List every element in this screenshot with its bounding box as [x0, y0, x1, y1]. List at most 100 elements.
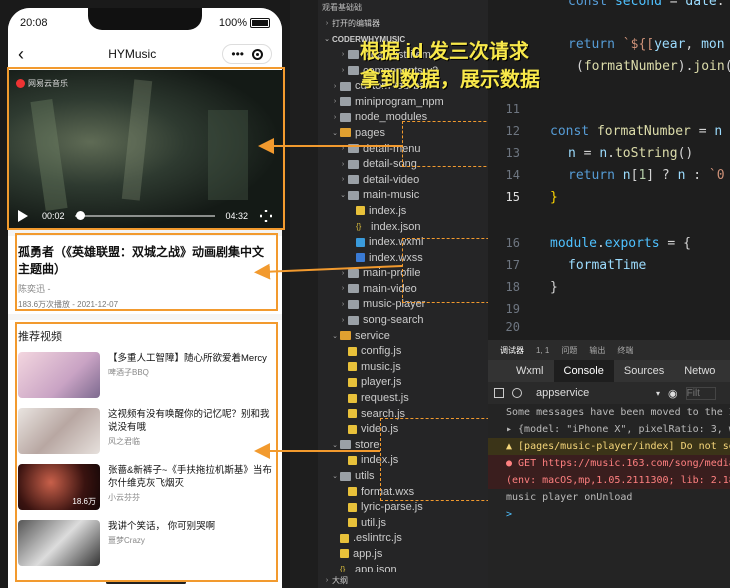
- menu-capsule[interactable]: •••: [222, 44, 272, 64]
- js-file-icon: [348, 393, 357, 403]
- folder-icon: [348, 159, 359, 169]
- tab-problems[interactable]: 问题: [561, 345, 577, 356]
- js-file-icon: [348, 377, 357, 387]
- tree-item-label: index.js: [369, 204, 407, 217]
- tree-item-label: util.js: [361, 516, 387, 529]
- highlight-video: [7, 67, 285, 230]
- line-number: 15: [505, 190, 520, 204]
- console-error[interactable]: ● GET https://music.163.com/song/media/o: [488, 455, 730, 472]
- folder-icon: [348, 284, 359, 294]
- tree-item-label: service: [355, 329, 390, 342]
- js-file-icon: [348, 409, 357, 419]
- folder-icon: [340, 128, 351, 138]
- chevron-right-icon: ›: [333, 82, 337, 90]
- tree-item-label: music.js: [361, 360, 401, 373]
- tree-item-label: detail-video: [363, 173, 420, 186]
- tab-position[interactable]: 1, 1: [536, 346, 549, 355]
- line-number: 11: [505, 102, 520, 116]
- tree-item[interactable]: ⌄ main-music: [318, 188, 488, 204]
- highlight-recommend: [15, 322, 278, 582]
- js-file-icon: [348, 487, 357, 497]
- battery-icon: [250, 18, 270, 29]
- tree-item-label: song-search: [363, 314, 424, 327]
- folder-icon: [340, 81, 351, 91]
- folder-icon: [348, 315, 359, 325]
- filter-input[interactable]: [685, 386, 716, 400]
- console-message: Some messages have been moved to the I: [506, 407, 730, 418]
- tab-output[interactable]: 输出: [589, 345, 605, 356]
- folder-icon: [348, 190, 359, 200]
- close-mini-program-icon[interactable]: [252, 48, 263, 60]
- debug-tabs: 调试器 1, 1 问题 输出 终端: [488, 340, 730, 360]
- more-dots-icon[interactable]: •••: [231, 47, 244, 61]
- chevron-right-icon: ›: [333, 113, 337, 121]
- annotation-text: 根据 id 发三次请求 拿到数据，展示数据: [360, 38, 540, 94]
- tree-item-label: player.js: [361, 376, 402, 389]
- debug-panel: 调试器 1, 1 问题 输出 终端 Wxml Console Sources N…: [488, 340, 730, 588]
- tree-item[interactable]: config.js: [318, 343, 488, 359]
- line-number: 12: [505, 124, 520, 138]
- tree-item-label: pages: [355, 126, 385, 139]
- explorer-header: 观看基础础: [322, 3, 362, 12]
- tree-item[interactable]: › miniprogram_npm: [318, 94, 488, 110]
- chevron-down-icon[interactable]: ▾: [656, 389, 660, 398]
- line-number: 17: [505, 258, 520, 272]
- context-selector[interactable]: appservice: [536, 387, 648, 399]
- annotation-line-2: 拿到数据，展示数据: [360, 69, 540, 91]
- tree-item[interactable]: player.js: [318, 375, 488, 391]
- tree-item-label: miniprogram_npm: [355, 95, 444, 108]
- devtools-tabs: Wxml Console Sources Netwo: [488, 360, 730, 382]
- js-file-icon: [348, 518, 357, 528]
- tree-item-label: request.js: [361, 392, 409, 405]
- folder-icon: [348, 175, 359, 185]
- devtab-wxml[interactable]: Wxml: [488, 360, 554, 382]
- tree-item[interactable]: app.js: [318, 546, 488, 562]
- js-file-icon: [348, 362, 357, 372]
- eye-icon[interactable]: ◉: [668, 387, 678, 400]
- line-number: 14: [505, 168, 520, 182]
- devtab-console[interactable]: Console: [553, 360, 614, 382]
- highlight-song-info: [15, 233, 278, 311]
- tree-item[interactable]: request.js: [318, 390, 488, 406]
- tab-debugger[interactable]: 调试器: [500, 345, 524, 356]
- tree-item[interactable]: › song-search: [318, 312, 488, 328]
- console-prompt[interactable]: >: [488, 506, 730, 523]
- folder-icon: [348, 66, 359, 76]
- console-warning[interactable]: ▲ [pages/music-player/index] Do not set: [488, 438, 730, 455]
- js-file-icon: [348, 346, 357, 356]
- nav-bar: ‹ HYMusic •••: [8, 38, 282, 70]
- tree-item[interactable]: lyric-parse.js: [318, 499, 488, 515]
- open-editors-section[interactable]: › 打开的编辑器: [318, 16, 488, 32]
- toggle-sidebar-icon[interactable]: [494, 388, 504, 398]
- line-number: 18: [505, 280, 520, 294]
- tab-terminal[interactable]: 终端: [617, 345, 633, 356]
- console-message: music player onUnload: [506, 492, 633, 503]
- console-message[interactable]: ▸ {model: "iPhone X", pixelRatio: 3, w: [488, 421, 730, 438]
- tree-item[interactable]: util.js: [318, 515, 488, 531]
- tree-item[interactable]: music.js: [318, 359, 488, 375]
- chevron-right-icon: ›: [341, 176, 345, 184]
- tree-item[interactable]: {} index.json: [318, 219, 488, 235]
- chevron-down-icon: ⌄: [340, 192, 346, 200]
- devtab-network[interactable]: Netwo: [674, 360, 725, 382]
- devtab-sources[interactable]: Sources: [614, 360, 674, 382]
- console-output: Some messages have been moved to the I ▸…: [488, 404, 730, 523]
- chevron-right-icon: ›: [341, 269, 345, 277]
- notch: [88, 8, 202, 30]
- outline-section[interactable]: › 大纲: [318, 572, 488, 588]
- clear-console-icon[interactable]: [512, 388, 522, 398]
- json-file-icon: {}: [356, 222, 362, 232]
- status-time: 20:08: [20, 17, 48, 29]
- js-file-icon: [348, 502, 357, 512]
- tree-item[interactable]: › detail-video: [318, 172, 488, 188]
- chevron-down-icon: ⌄: [332, 332, 338, 340]
- folder-icon: [340, 112, 351, 122]
- tree-item[interactable]: .eslintrc.js: [318, 531, 488, 547]
- tree-item[interactable]: ⌄ service: [318, 328, 488, 344]
- js-file-icon: [340, 533, 349, 543]
- chevron-right-icon: ›: [333, 98, 337, 106]
- back-arrow-icon[interactable]: ‹: [18, 44, 42, 65]
- tree-item-label: utils: [355, 470, 375, 483]
- tree-item-label: index.json: [371, 220, 421, 233]
- tree-item[interactable]: index.js: [318, 203, 488, 219]
